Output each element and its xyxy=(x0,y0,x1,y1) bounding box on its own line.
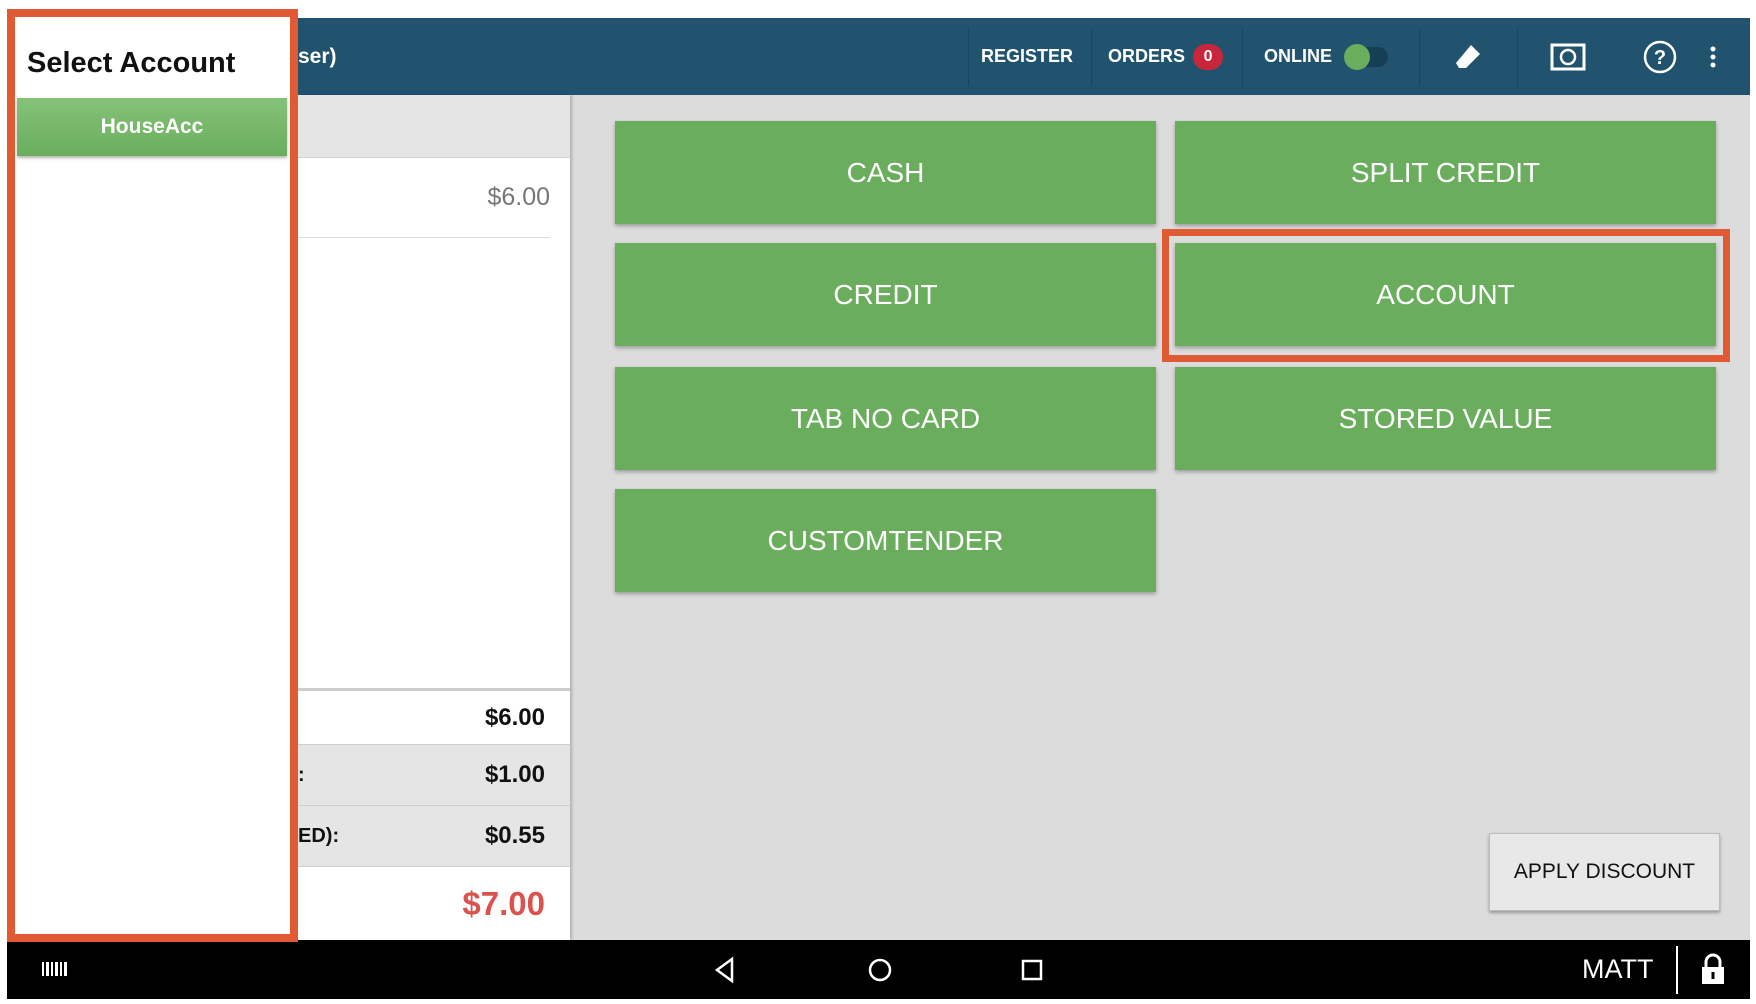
barcode-icon[interactable] xyxy=(42,960,70,978)
user-name[interactable]: MATT xyxy=(1582,954,1653,985)
online-toggle-group[interactable]: ONLINE xyxy=(1264,18,1389,95)
customtender-button[interactable]: CUSTOMTENDER xyxy=(615,489,1156,592)
orders-button[interactable]: ORDERS 0 xyxy=(1108,18,1224,95)
stored-value-button[interactable]: STORED VALUE xyxy=(1175,367,1716,470)
order-header xyxy=(298,95,570,158)
subtotal-value: $6.00 xyxy=(484,703,545,731)
online-label: ONLINE xyxy=(1264,46,1333,66)
select-account-panel: Select Account HouseAcc xyxy=(7,9,298,942)
account-item-houseacc[interactable]: HouseAcc xyxy=(17,98,287,156)
account-highlight xyxy=(1162,229,1730,362)
recents-icon[interactable] xyxy=(1019,957,1045,983)
total-value: $7.00 xyxy=(462,884,545,922)
svg-text:?: ? xyxy=(1654,47,1666,69)
order-panel: $6.00 $6.00 : $1.00 ED): $0.55 $7.00 xyxy=(298,95,570,940)
row3-label: ED): xyxy=(298,824,340,847)
back-icon[interactable] xyxy=(712,956,738,984)
select-account-title: Select Account xyxy=(27,47,236,79)
lock-icon[interactable] xyxy=(1699,952,1727,986)
credit-button[interactable]: CREDIT xyxy=(615,243,1156,346)
help-icon[interactable]: ? xyxy=(1643,18,1677,95)
system-nav-bar: MATT xyxy=(7,940,1750,999)
order-item-price[interactable]: $6.00 xyxy=(298,158,550,238)
home-icon[interactable] xyxy=(866,956,894,984)
row2-value: $1.00 xyxy=(484,761,545,788)
eraser-icon[interactable] xyxy=(1453,18,1483,95)
apply-discount-button[interactable]: APPLY DISCOUNT xyxy=(1489,833,1720,911)
online-toggle[interactable] xyxy=(1344,43,1389,70)
orders-label: ORDERS xyxy=(1108,46,1186,66)
register-button[interactable]: REGISTER xyxy=(981,18,1073,95)
more-vert-icon[interactable] xyxy=(1709,18,1717,95)
row3-value: $0.55 xyxy=(484,822,545,849)
cash-button[interactable]: CASH xyxy=(615,121,1156,224)
header-title: ser) xyxy=(298,44,337,68)
row2-label: : xyxy=(298,763,305,786)
split-credit-button[interactable]: SPLIT CREDIT xyxy=(1175,121,1716,224)
orders-count-badge: 0 xyxy=(1193,43,1224,70)
customer-display-icon[interactable] xyxy=(1550,18,1586,95)
tab-no-card-button[interactable]: TAB NO CARD xyxy=(615,367,1156,470)
